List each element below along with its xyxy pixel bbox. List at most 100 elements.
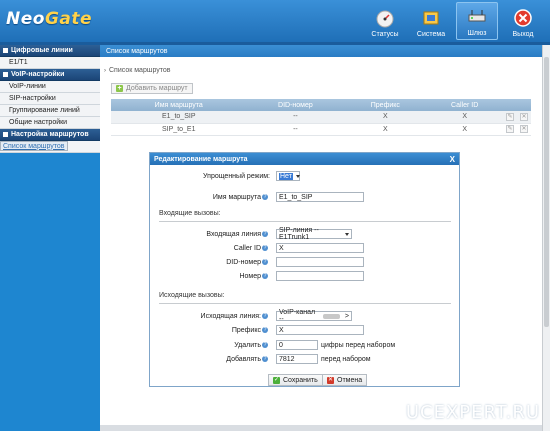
- cell-route-name: SIP_to_E1: [111, 123, 247, 136]
- remove-digits-label: Удалить?: [234, 342, 268, 349]
- routes-table: Имя маршрута DID-номер Префикс Caller ID…: [111, 99, 531, 136]
- table-header-row: Имя маршрута DID-номер Префикс Caller ID: [111, 99, 531, 111]
- nav-status[interactable]: Статусы: [364, 2, 406, 40]
- nav-system[interactable]: Система: [410, 2, 452, 40]
- simple-mode-label: Упрощенный режим:: [203, 173, 270, 180]
- simple-mode-select[interactable]: Нет: [276, 171, 300, 181]
- did-label: DID-номер?: [226, 259, 268, 266]
- col-prefix: Префикс: [344, 99, 427, 111]
- col-delete: [517, 99, 531, 111]
- section-divider: [159, 221, 451, 222]
- sidebar-item-e1t1[interactable]: E1/T1: [0, 57, 100, 69]
- help-icon[interactable]: ?: [262, 245, 268, 252]
- cell-prefix: X: [344, 123, 427, 136]
- sidebar-item-voip-lines[interactable]: VoIP-линии: [0, 81, 100, 93]
- prefix-input[interactable]: X: [276, 325, 364, 335]
- page-scrollbar[interactable]: [542, 45, 550, 431]
- watermark: UCEXPERT.RU: [405, 402, 540, 423]
- sidebar-section-voip[interactable]: VoIP-настройки: [0, 69, 100, 81]
- section-divider: [159, 303, 451, 304]
- delete-icon[interactable]: ✕: [520, 125, 528, 133]
- cell-prefix: X: [344, 111, 427, 124]
- sidebar-section-digital[interactable]: Цифровые линии: [0, 45, 100, 57]
- neogate-logo: NeoGate: [6, 9, 93, 29]
- help-icon[interactable]: ?: [262, 259, 268, 266]
- nav-exit-label: Выход: [512, 31, 534, 38]
- add-route-button[interactable]: + Добавить маршрут: [111, 83, 193, 94]
- sidebar-item-sip-settings[interactable]: SIP-настройки: [0, 93, 100, 105]
- did-input[interactable]: [276, 257, 364, 267]
- incoming-line-label: Входящая линия?: [206, 231, 268, 238]
- help-icon[interactable]: ?: [262, 356, 268, 363]
- remove-digits-input[interactable]: 0: [276, 340, 318, 350]
- dialog-titlebar: Редактирование маршрута X: [150, 153, 459, 165]
- plus-icon: +: [116, 85, 123, 92]
- caller-id-input[interactable]: X: [276, 243, 364, 253]
- page-title: Список маршрутов: [100, 45, 542, 57]
- cell-did: --: [246, 123, 345, 136]
- top-navigation: Статусы Система Шлюз Выход: [364, 2, 544, 40]
- caller-id-label: Caller ID?: [233, 245, 268, 252]
- cell-did: --: [246, 111, 345, 124]
- check-icon: ✓: [273, 376, 280, 384]
- collapse-icon: [3, 132, 8, 137]
- dashboard-icon: [376, 10, 394, 28]
- top-header: NeoGate Статусы Система Шлюз Выход: [0, 0, 550, 42]
- table-row: E1_to_SIP -- X X ✎ ✕: [111, 111, 531, 124]
- nav-exit[interactable]: Выход: [502, 2, 544, 40]
- number-input[interactable]: [276, 271, 364, 281]
- save-button[interactable]: ✓ Сохранить: [268, 374, 323, 386]
- add-digits-label: Добавлять?: [226, 356, 268, 363]
- sidebar-item-line-grouping[interactable]: Группирование линий: [0, 105, 100, 117]
- table-row: SIP_to_E1 -- X X ✎ ✕: [111, 123, 531, 136]
- delete-icon[interactable]: ✕: [520, 112, 528, 121]
- collapse-icon: [3, 72, 8, 77]
- help-icon[interactable]: ?: [262, 342, 268, 349]
- nav-gateway[interactable]: Шлюз: [456, 2, 498, 40]
- remove-digits-hint: цифры перед набором: [321, 342, 396, 349]
- dialog-title: Редактирование маршрута: [154, 155, 248, 163]
- cancel-icon: ✕: [327, 376, 334, 384]
- dropdown-arrow-icon: [345, 232, 349, 236]
- add-digits-input[interactable]: 7812: [276, 354, 318, 364]
- number-label: Номер?: [239, 273, 268, 280]
- help-icon[interactable]: ?: [262, 194, 268, 201]
- redacted-value: [323, 313, 340, 319]
- sidebar-item-general-settings[interactable]: Общие настройки: [0, 117, 100, 129]
- collapse-icon: [3, 48, 8, 53]
- nav-system-label: Система: [416, 31, 446, 38]
- incoming-line-select[interactable]: SIP-линия -- E1Trunk1: [276, 227, 352, 241]
- breadcrumb: › Список маршрутов: [104, 67, 171, 74]
- nav-gateway-label: Шлюз: [467, 30, 487, 37]
- col-caller-id: Caller ID: [426, 99, 503, 111]
- help-icon[interactable]: ?: [262, 327, 268, 334]
- outgoing-section-title: Исходящие вызовы:: [159, 292, 225, 299]
- col-did: DID-номер: [246, 99, 345, 111]
- outgoing-line-label: Исходящая линия:?: [200, 313, 268, 320]
- sidebar-section-routes[interactable]: Настройка маршрутов: [0, 129, 100, 141]
- edit-icon[interactable]: ✎: [506, 125, 514, 133]
- cell-caller-id: X: [426, 111, 503, 124]
- scrollbar-thumb[interactable]: [544, 57, 549, 327]
- help-icon[interactable]: ?: [262, 231, 268, 238]
- cancel-button[interactable]: ✕ Отмена: [322, 374, 368, 386]
- chevron-right-icon: ›: [104, 68, 106, 74]
- route-name-input[interactable]: E1_to_SIP: [276, 192, 364, 202]
- cell-route-name: E1_to_SIP: [111, 111, 247, 124]
- help-icon[interactable]: ?: [262, 273, 268, 280]
- dropdown-arrow-icon: [295, 174, 300, 178]
- col-edit: [503, 99, 517, 111]
- exit-icon: [514, 9, 532, 27]
- col-route-name: Имя маршрута: [111, 99, 247, 111]
- cell-caller-id: X: [426, 123, 503, 136]
- sidebar-item-route-list[interactable]: Список маршрутов: [0, 141, 68, 151]
- help-icon[interactable]: ?: [262, 313, 268, 320]
- add-digits-hint: перед набором: [321, 356, 371, 363]
- gateway-icon: [468, 10, 486, 22]
- edit-icon[interactable]: ✎: [506, 112, 514, 121]
- outgoing-line-select[interactable]: VoIP-канал -- >: [276, 309, 352, 323]
- close-icon[interactable]: X: [450, 155, 455, 164]
- sidebar: Цифровые линии E1/T1 VoIP-настройки VoIP…: [0, 45, 100, 431]
- edit-route-dialog: Редактирование маршрута X: [149, 152, 460, 387]
- prefix-label: Префикс?: [231, 327, 268, 334]
